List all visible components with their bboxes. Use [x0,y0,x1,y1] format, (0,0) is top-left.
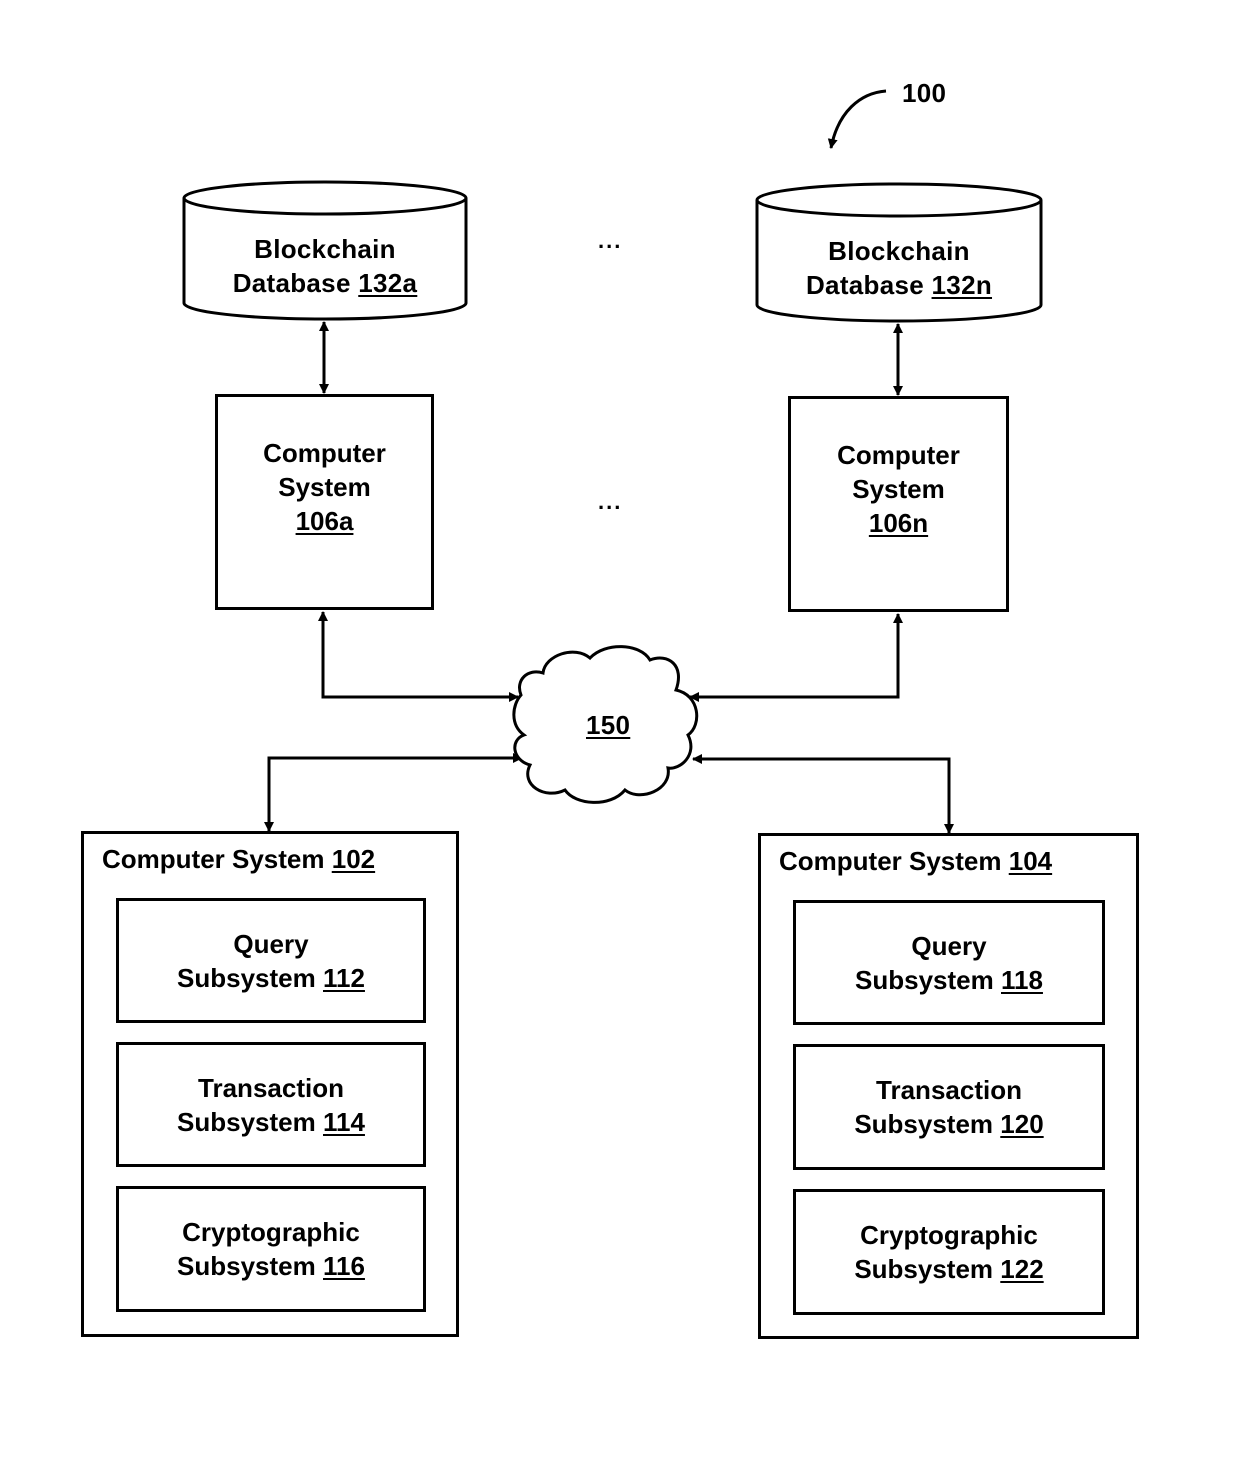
cryptographic-subsystem-122-line2: Subsystem [854,1254,994,1284]
computer-system-102-ref: 102 [331,844,376,874]
computer-system-104-title-text: Computer System [779,846,1002,876]
figure-ref-arrow [827,89,887,149]
arrow-106n-to-network [689,613,903,702]
computer-system-104: Computer System 104 Query Subsystem 118 … [758,833,1139,1339]
cryptographic-subsystem-122-line1: Cryptographic [860,1220,1038,1250]
query-subsystem-112-line2: Subsystem [177,962,316,993]
database-132n-ref: 132n [931,270,993,300]
query-subsystem-118-line1: Query [911,930,987,961]
database-132n-line1: Blockchain [828,236,970,266]
cryptographic-subsystem-116-ref: 116 [323,1251,365,1281]
database-132a-line2: Database [232,268,351,298]
computer-system-106n-ref: 106n [868,508,929,538]
transaction-subsystem-114-line1: Transaction [198,1072,344,1103]
network-ref: 150 [586,710,631,740]
transaction-subsystem-120-ref: 120 [1000,1109,1044,1139]
computer-system-106a-line2: System [278,472,371,502]
figure-ref-number: 100 [902,78,947,108]
computer-system-104-ref: 104 [1008,846,1053,876]
database-132a-ref: 132a [358,268,418,298]
database-132n-line2: Database [805,270,925,300]
cryptographic-subsystem-122: Cryptographic Subsystem 122 [793,1189,1105,1315]
computer-system-102: Computer System 102 Query Subsystem 112 … [81,831,459,1337]
computer-system-106n: Computer System 106n [788,396,1009,612]
transaction-subsystem-120-line1: Transaction [876,1075,1022,1105]
ellipsis-databases: ... [598,228,623,253]
computer-system-106n-line2: System [852,474,945,504]
computer-system-106a-ref: 106a [295,506,354,536]
computer-system-106a-line1: Computer [263,438,386,468]
query-subsystem-112-line1: Query [233,928,309,959]
ellipsis-computer-systems: ... [598,489,623,514]
query-subsystem-112: Query Subsystem 112 [116,898,426,1023]
database-132n-label: Blockchain Database 132n [757,234,1041,302]
computer-system-104-title: Computer System 104 [779,846,1052,877]
cryptographic-subsystem-116-line2: Subsystem [177,1251,316,1281]
arrow-106a-to-network [318,611,519,702]
cryptographic-subsystem-116-line1: Cryptographic [182,1217,360,1247]
database-132a-line1: Blockchain [254,234,396,264]
query-subsystem-112-ref: 112 [323,962,365,993]
database-132a-label: Blockchain Database 132a [184,232,466,300]
cryptographic-subsystem-122-ref: 122 [1000,1254,1044,1284]
arrow-102-to-network [264,753,523,832]
transaction-subsystem-114-line2: Subsystem [177,1106,316,1137]
cryptographic-subsystem-116: Cryptographic Subsystem 116 [116,1186,426,1312]
query-subsystem-118-line2: Subsystem [855,964,994,995]
transaction-subsystem-114-ref: 114 [323,1106,365,1137]
transaction-subsystem-120: Transaction Subsystem 120 [793,1044,1105,1170]
computer-system-102-title-text: Computer System [102,844,325,874]
computer-system-102-title: Computer System 102 [102,844,375,875]
computer-system-106n-line1: Computer [837,440,960,470]
computer-system-106a: Computer System 106a [215,394,434,610]
query-subsystem-118: Query Subsystem 118 [793,900,1105,1025]
query-subsystem-118-ref: 118 [1001,964,1043,995]
transaction-subsystem-120-line2: Subsystem [854,1109,994,1139]
arrow-104-to-network [692,754,954,834]
transaction-subsystem-114: Transaction Subsystem 114 [116,1042,426,1167]
